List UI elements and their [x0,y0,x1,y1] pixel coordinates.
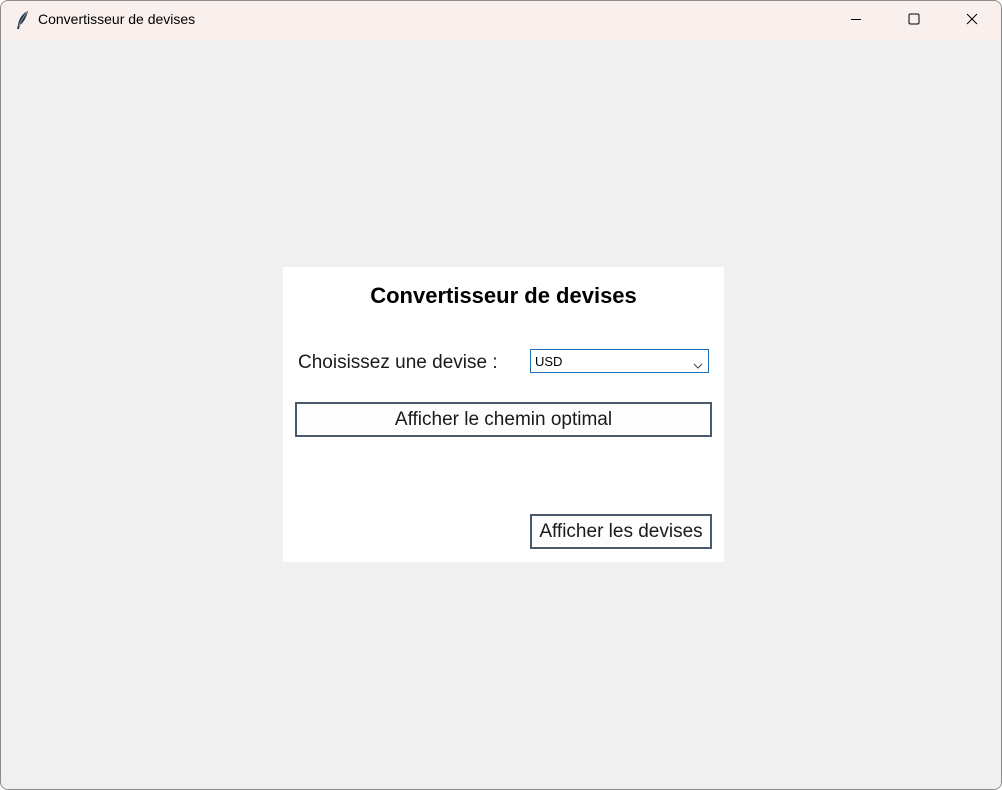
show-currencies-button[interactable]: Afficher les devises [530,514,712,549]
minimize-icon [850,12,862,30]
currency-select-value: USD [535,354,563,369]
app-window: Convertisseur de devises Convertisseur d… [0,0,1002,790]
window-title: Convertisseur de devises [38,11,196,27]
currency-label: Choisissez une devise : [298,352,498,373]
show-optimal-path-button[interactable]: Afficher le chemin optimal [295,402,712,437]
converter-panel: Convertisseur de devises Choisissez une … [283,267,724,562]
maximize-icon [908,12,920,30]
feather-icon [14,10,32,30]
currency-select[interactable]: USD [530,349,709,373]
maximize-button[interactable] [885,1,943,40]
page-title: Convertisseur de devises [370,283,637,308]
minimize-button[interactable] [827,1,885,40]
client-area: Convertisseur de devises Choisissez une … [1,40,1001,789]
chevron-down-icon[interactable] [693,357,703,369]
close-icon [966,12,978,30]
title-bar[interactable]: Convertisseur de devises [1,1,1001,40]
close-button[interactable] [943,1,1001,40]
